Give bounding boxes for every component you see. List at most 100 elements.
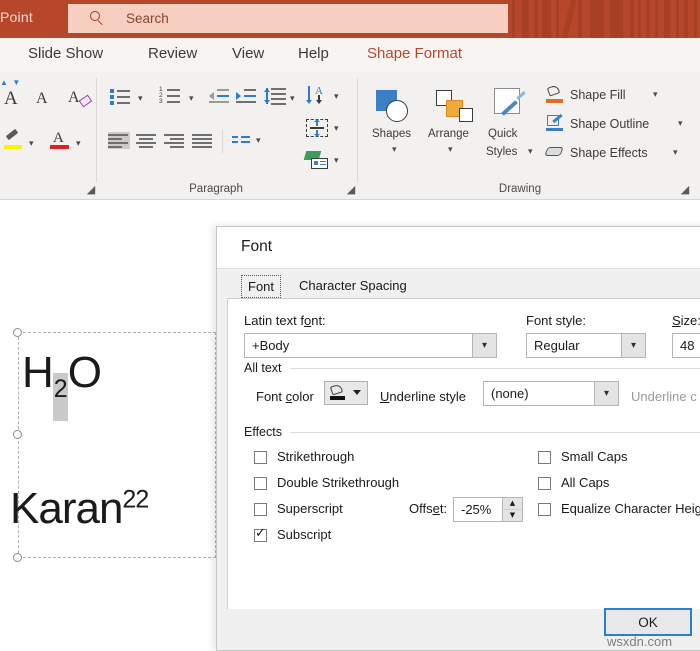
resize-handle-middle-left[interactable] — [13, 430, 22, 439]
shape-effects-icon[interactable] — [544, 144, 564, 160]
h2o-base-2: O — [67, 348, 102, 397]
checkbox-strikethrough[interactable] — [254, 451, 267, 464]
text-direction-caret-icon[interactable]: ▾ — [334, 93, 339, 102]
latin-font-label: Latin text font: — [244, 313, 326, 328]
align-center-icon[interactable] — [136, 132, 158, 149]
h2o-subscript-selected[interactable]: 2 — [52, 373, 68, 421]
latin-font-dropdown-icon[interactable]: ▾ — [472, 333, 497, 358]
decrease-indent-icon[interactable] — [209, 88, 229, 104]
dialog-title-bar: Font — [217, 227, 700, 269]
numbering-icon[interactable]: 123 — [159, 86, 181, 105]
label-double-strikethrough[interactable]: Double Strikethrough — [277, 475, 399, 490]
checkbox-all-caps[interactable] — [538, 477, 551, 490]
resize-handle-bottom-left[interactable] — [13, 553, 22, 562]
bullets-caret-icon[interactable]: ▾ — [138, 95, 143, 104]
shapes-button-label[interactable]: Shapes — [372, 128, 411, 140]
ribbon-tab-strip: Slide Show Review View Help Shape Format — [0, 38, 700, 72]
slide-text-karan[interactable]: Karan22 — [10, 484, 149, 534]
numbering-caret-icon[interactable]: ▾ — [189, 95, 194, 104]
shape-fill-caret-icon[interactable]: ▾ — [653, 91, 658, 100]
font-color-caret-icon[interactable]: ▾ — [76, 140, 81, 149]
tab-slide-show[interactable]: Slide Show — [28, 45, 103, 62]
tab-help[interactable]: Help — [298, 45, 329, 62]
karan-base: Karan — [10, 484, 123, 533]
tab-review[interactable]: Review — [148, 45, 197, 62]
shape-outline-label[interactable]: Shape Outline — [570, 117, 649, 131]
size-field[interactable]: 48 — [672, 333, 700, 358]
quick-styles-caret-icon[interactable]: ▾ — [528, 148, 533, 157]
shape-fill-label[interactable]: Shape Fill — [570, 88, 626, 102]
underline-style-dropdown-icon[interactable]: ▾ — [594, 381, 619, 406]
highlight-caret-icon[interactable]: ▾ — [29, 140, 34, 149]
align-text-icon[interactable] — [306, 119, 328, 137]
tab-shape-format[interactable]: Shape Format — [367, 45, 462, 62]
app-title: Point — [0, 9, 33, 25]
checkbox-subscript[interactable] — [254, 526, 267, 542]
bullets-icon[interactable] — [110, 88, 130, 105]
search-icon — [90, 10, 106, 27]
checkbox-small-caps[interactable] — [538, 451, 551, 464]
arrange-button-label[interactable]: Arrange — [428, 128, 469, 140]
arrange-caret-icon[interactable]: ▾ — [448, 146, 453, 155]
shape-outline-icon[interactable] — [546, 113, 564, 133]
font-color-icon[interactable]: A — [50, 130, 70, 150]
font-dialog: Font Font Character Spacing Latin text f… — [216, 226, 700, 651]
clear-formatting-icon[interactable]: A — [68, 89, 80, 107]
text-direction-icon[interactable]: A — [306, 85, 328, 104]
font-color-button[interactable] — [324, 381, 368, 405]
checkbox-equalize-character-height[interactable] — [538, 503, 551, 516]
paragraph-dialog-launcher[interactable]: ◢ — [345, 184, 357, 196]
smartart-caret-icon[interactable]: ▾ — [334, 157, 339, 166]
justify-icon[interactable] — [192, 132, 214, 149]
label-equalize-character-height[interactable]: Equalize Character Height — [561, 501, 700, 516]
columns-caret-icon[interactable]: ▾ — [256, 137, 261, 146]
underline-style-label: Underline style — [380, 389, 466, 404]
text-highlight-color-icon[interactable] — [4, 128, 24, 150]
slide-text-h2o[interactable]: H2O — [22, 348, 102, 421]
tab-character-spacing[interactable]: Character Spacing — [293, 275, 413, 298]
line-spacing-icon[interactable] — [264, 88, 286, 105]
shape-outline-caret-icon[interactable]: ▾ — [678, 120, 683, 129]
line-spacing-caret-icon[interactable]: ▾ — [290, 95, 295, 104]
columns-icon[interactable] — [232, 136, 250, 146]
ok-button[interactable]: OK — [604, 608, 692, 636]
label-small-caps[interactable]: Small Caps — [561, 449, 627, 464]
offset-spinner[interactable]: -25% ▲ ▼ — [453, 497, 523, 522]
offset-label: Offset: — [409, 501, 448, 516]
checkbox-double-strikethrough[interactable] — [254, 477, 267, 490]
font-color-dropdown-icon[interactable] — [353, 390, 361, 395]
tab-view[interactable]: View — [232, 45, 264, 62]
increase-indent-icon[interactable] — [236, 88, 256, 104]
quick-styles-label-1[interactable]: Quick — [488, 128, 517, 140]
label-subscript[interactable]: Subscript — [277, 527, 331, 542]
align-text-caret-icon[interactable]: ▾ — [334, 125, 339, 134]
align-left-icon[interactable] — [108, 132, 130, 149]
search-input[interactable]: Search — [68, 4, 508, 33]
convert-to-smartart-icon[interactable] — [303, 151, 329, 169]
shape-effects-label[interactable]: Shape Effects — [570, 146, 648, 160]
increase-font-size-icon[interactable]: A — [4, 88, 18, 110]
label-strikethrough[interactable]: Strikethrough — [277, 449, 354, 464]
font-style-label: Font style: — [526, 313, 586, 328]
checkbox-superscript[interactable] — [254, 503, 267, 516]
latin-font-field[interactable]: +Body ▾ — [244, 333, 497, 358]
font-color-swatch-icon — [329, 383, 345, 401]
font-style-field[interactable]: Regular ▾ — [526, 333, 646, 358]
quick-styles-label-2[interactable]: Styles — [486, 146, 517, 158]
label-superscript[interactable]: Superscript — [277, 501, 343, 516]
underline-style-field[interactable]: (none) ▾ — [483, 381, 619, 406]
tab-font[interactable]: Font — [241, 275, 282, 298]
decrease-font-size-icon[interactable]: A — [36, 90, 48, 108]
font-style-dropdown-icon[interactable]: ▾ — [621, 333, 646, 358]
shape-effects-caret-icon[interactable]: ▾ — [673, 149, 678, 158]
label-all-caps[interactable]: All Caps — [561, 475, 609, 490]
offset-value: -25% — [461, 502, 492, 517]
shapes-caret-icon[interactable]: ▾ — [392, 146, 397, 155]
shape-fill-icon[interactable] — [546, 84, 564, 104]
align-right-icon[interactable] — [164, 132, 186, 149]
offset-decrease-icon[interactable]: ▼ — [502, 509, 522, 521]
underline-style-value: (none) — [491, 386, 529, 401]
drawing-dialog-launcher[interactable]: ◢ — [679, 184, 691, 196]
offset-increase-icon[interactable]: ▲ — [502, 498, 522, 510]
resize-handle-top-left[interactable] — [13, 328, 22, 337]
